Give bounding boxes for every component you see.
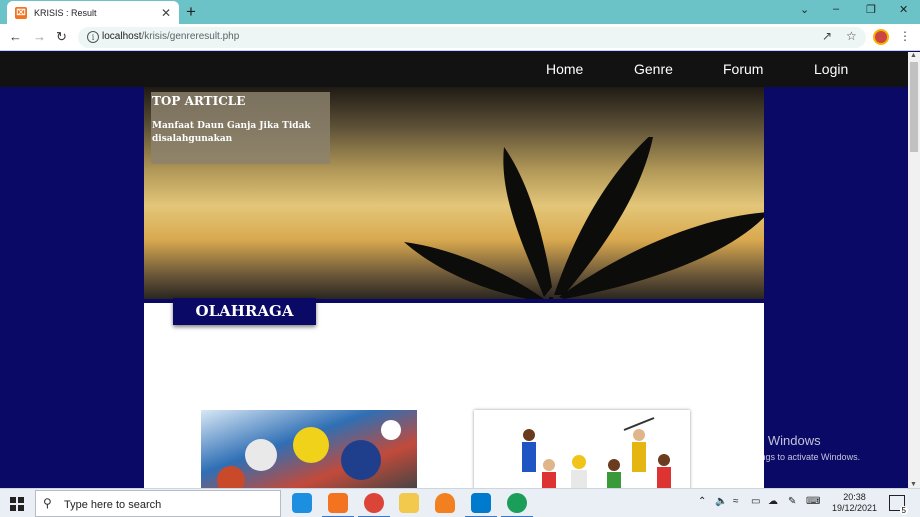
nav-home-link[interactable]: Home <box>546 61 583 77</box>
volume-icon[interactable]: 🔈 <box>715 496 727 507</box>
pen-icon[interactable]: ✎ <box>788 496 796 507</box>
scroll-thumb[interactable] <box>910 62 918 152</box>
cloudflare-icon[interactable] <box>435 493 455 513</box>
xampp-icon[interactable] <box>322 493 354 517</box>
forward-icon[interactable]: → <box>33 29 46 44</box>
watermark-subtitle: Go to Settings to activate Windows. <box>718 452 861 462</box>
windows-start-icon[interactable] <box>10 497 24 511</box>
notification-center-icon[interactable]: 5 <box>889 495 908 515</box>
minimize-icon[interactable]: – <box>833 3 839 15</box>
taskbar-search-placeholder: Type here to search <box>64 499 162 511</box>
article-card-image[interactable] <box>201 410 417 488</box>
search-icon: ⚲ <box>43 496 52 510</box>
restore-icon[interactable]: ❐ <box>866 3 876 16</box>
nav-genre-link[interactable]: Genre <box>634 61 673 77</box>
windows-taskbar: ⚲ Type here to search ⌃ 🔈 ≈ ▭ ☁ ✎ ⌨ 20:3… <box>0 488 920 517</box>
hero-banner: TOP ARTICLE Manfaat Daun Ganja Jika Tida… <box>144 87 764 299</box>
page-scrollbar[interactable]: ▲ ▼ <box>908 52 920 488</box>
vscode-icon[interactable] <box>465 493 497 517</box>
scroll-down-arrow-icon[interactable]: ▼ <box>910 481 917 488</box>
browser-tab-strip: ⌧ KRISIS : Result ✕ + ⌄ – ❐ ✕ <box>0 0 920 24</box>
activate-windows-watermark: Activate Windows Go to Settings to activ… <box>718 433 860 462</box>
tray-chevron-icon[interactable]: ⌃ <box>698 496 706 507</box>
share-icon[interactable]: ↗ <box>822 29 832 43</box>
genre-label: OLAHRAGA <box>173 298 316 325</box>
edge-icon[interactable] <box>292 493 312 513</box>
wifi-icon[interactable]: ≈ <box>733 496 739 507</box>
sports-players-illustration <box>522 417 671 488</box>
top-article-box[interactable]: TOP ARTICLE Manfaat Daun Ganja Jika Tida… <box>151 92 330 164</box>
battery-icon[interactable]: ▭ <box>751 496 760 507</box>
cannabis-leaf-image <box>404 137 764 299</box>
article-card-image[interactable] <box>474 410 690 488</box>
site-navbar: Home Genre Forum Login <box>0 52 908 87</box>
sports-collage-image <box>217 420 401 488</box>
notification-count: 5 <box>899 506 908 515</box>
reload-icon[interactable]: ↻ <box>56 29 67 45</box>
tab-search-icon[interactable]: ⌄ <box>800 3 809 16</box>
keyboard-icon[interactable]: ⌨ <box>806 496 820 507</box>
onedrive-icon[interactable]: ☁ <box>768 496 778 507</box>
clock-time: 20:38 <box>843 492 866 502</box>
taskbar-search-box[interactable]: ⚲ Type here to search <box>35 490 281 517</box>
xampp-favicon-icon: ⌧ <box>15 6 27 19</box>
chrome-profile-icon[interactable] <box>501 493 533 517</box>
close-window-icon[interactable]: ✕ <box>899 3 908 16</box>
bookmark-star-icon[interactable]: ☆ <box>846 29 857 43</box>
browser-tab[interactable]: ⌧ KRISIS : Result ✕ <box>7 1 179 24</box>
scroll-up-arrow-icon[interactable]: ▲ <box>910 52 917 59</box>
browser-menu-icon[interactable]: ⋮ <box>899 29 911 43</box>
address-bar[interactable]: i localhost/krisis/genreresult.php ↗ ☆ <box>78 27 866 48</box>
taskbar-clock[interactable]: 20:38 19/12/2021 <box>832 492 877 514</box>
file-explorer-icon[interactable] <box>399 493 419 513</box>
close-tab-icon[interactable]: ✕ <box>161 6 171 20</box>
main-content: TOP ARTICLE Manfaat Daun Ganja Jika Tida… <box>144 87 764 488</box>
watermark-title: Activate Windows <box>718 433 821 448</box>
back-icon[interactable]: ← <box>9 29 22 44</box>
browser-toolbar: ← → ↻ i localhost/krisis/genreresult.php… <box>0 24 920 51</box>
clock-date: 19/12/2021 <box>832 503 878 513</box>
nav-login-link[interactable]: Login <box>814 61 848 77</box>
nav-forum-link[interactable]: Forum <box>723 61 763 77</box>
top-article-title[interactable]: Manfaat Daun Ganja Jika Tidak disalahgun… <box>152 120 330 146</box>
url-path: /krisis/genreresult.php <box>141 31 240 42</box>
url-text[interactable]: localhost/krisis/genreresult.php <box>102 31 239 42</box>
site-info-icon[interactable]: i <box>87 31 99 43</box>
profile-avatar[interactable] <box>873 29 889 45</box>
chrome-icon[interactable] <box>358 493 390 517</box>
new-tab-icon[interactable]: + <box>186 2 196 22</box>
top-article-heading: TOP ARTICLE <box>152 94 246 108</box>
tab-title: KRISIS : Result <box>34 7 97 18</box>
url-host: localhost <box>102 31 142 42</box>
